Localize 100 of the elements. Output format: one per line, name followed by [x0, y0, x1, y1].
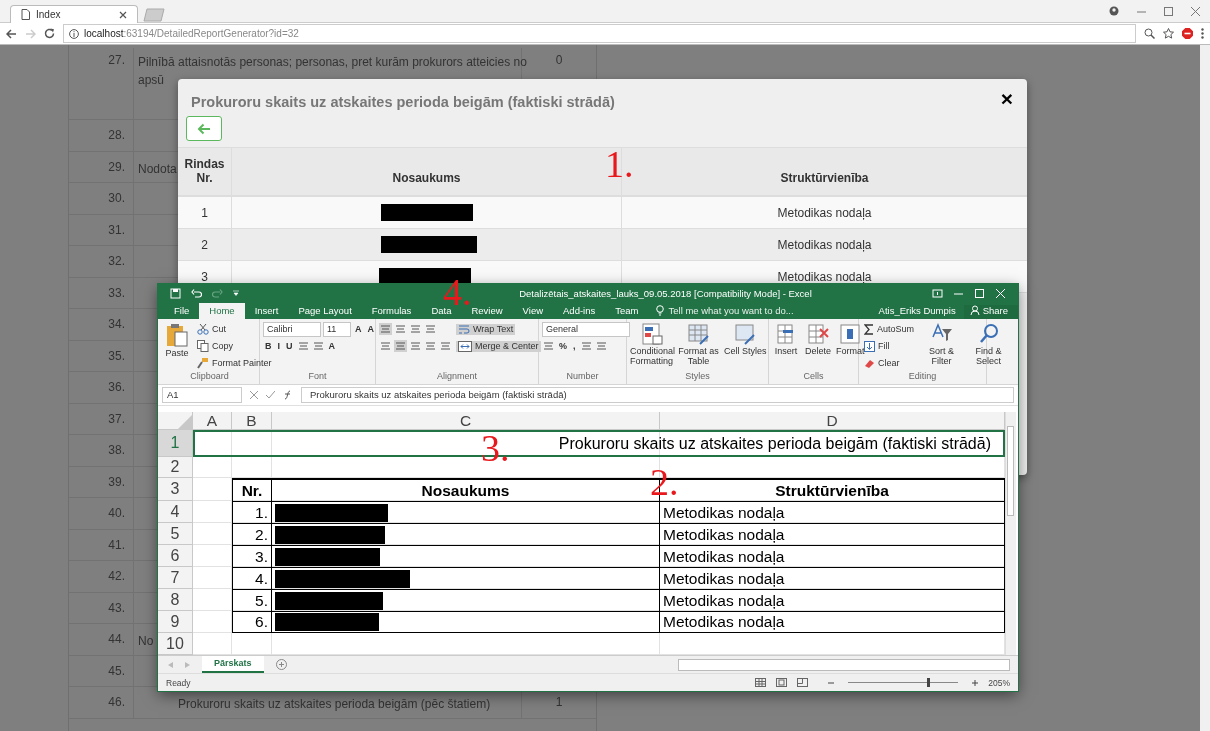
- reload-icon: [44, 28, 55, 39]
- ribbon-button[interactable]: Copy: [195, 340, 235, 353]
- align-bottom-icon: [380, 324, 391, 335]
- sheet-tab[interactable]: Pārskats: [202, 656, 264, 673]
- ribbon-button[interactable]: A: [326, 341, 337, 352]
- table-cell: 1: [201, 205, 208, 220]
- ribbon-button[interactable]: [542, 340, 555, 353]
- undo-icon: [191, 287, 202, 299]
- share-button[interactable]: Share: [963, 304, 1018, 319]
- align-top-icon: [425, 341, 436, 352]
- ribbon-button[interactable]: Delete: [804, 320, 832, 356]
- status-text: Ready: [166, 677, 191, 688]
- ribbon-button[interactable]: Format: [836, 320, 865, 356]
- tell-me-field[interactable]: Tell me what you want to do...: [648, 304, 794, 319]
- sheet-cell: Metodikas nodaļa: [663, 591, 785, 610]
- dropdown-field[interactable]: 11: [323, 321, 351, 337]
- ribbon-button[interactable]: [579, 340, 593, 353]
- row-number: 45.: [108, 663, 125, 678]
- sheet-cell: 1.: [255, 503, 268, 522]
- copy-icon: [197, 340, 209, 353]
- close-button[interactable]: ×: [1000, 87, 1013, 111]
- ribbon-button[interactable]: %: [557, 341, 569, 352]
- ribbon-button[interactable]: A: [365, 324, 376, 335]
- back-button[interactable]: [186, 116, 222, 141]
- align-top-icon: [297, 341, 309, 352]
- ribbon-button[interactable]: AutoSum: [862, 323, 917, 335]
- ribbon-button[interactable]: Clear: [862, 357, 902, 369]
- ribbon-button[interactable]: Wrap Text: [456, 323, 516, 335]
- row-header: 10: [166, 634, 184, 653]
- conditional-formatting-icon: [640, 322, 663, 345]
- row-number: 31.: [108, 222, 125, 237]
- ribbon-button[interactable]: [311, 340, 325, 353]
- ribbon-button[interactable]: [379, 340, 392, 353]
- ribbon-button[interactable]: [394, 323, 407, 336]
- ribbon-button[interactable]: A: [353, 324, 364, 335]
- maximize-icon: [1164, 6, 1173, 16]
- save-icon: [170, 287, 181, 299]
- ribbon-tab[interactable]: Team: [605, 302, 649, 319]
- arrow-left-icon: [197, 122, 211, 135]
- ribbon-button[interactable]: Merge & Center: [456, 340, 541, 352]
- group-label: Alignment: [436, 370, 478, 383]
- align-middle-icon: [312, 341, 324, 352]
- ribbon-tab[interactable]: Add-ins: [553, 302, 606, 319]
- ribbon-button[interactable]: Find & Select: [967, 320, 1011, 366]
- ribbon-button[interactable]: Format Painter: [195, 357, 274, 370]
- align-center-icon: [425, 324, 436, 335]
- dropdown-field[interactable]: General: [542, 321, 630, 337]
- ribbon-tab[interactable]: Page Layout: [288, 302, 362, 319]
- sheet-cell: Metodikas nodaļa: [663, 613, 785, 631]
- sheet-cell: Nr.: [241, 481, 263, 500]
- ribbon-button[interactable]: Sort & Filter: [920, 320, 964, 366]
- stop-sign-icon: [1182, 28, 1193, 39]
- ribbon-button[interactable]: [424, 323, 437, 336]
- ribbon-button[interactable]: Cell Styles: [724, 320, 767, 356]
- ribbon-tab[interactable]: File: [164, 302, 200, 319]
- ribbon-tab[interactable]: Formulas: [361, 302, 422, 319]
- row-number: 29.: [108, 159, 125, 174]
- ribbon-button[interactable]: B: [263, 341, 274, 352]
- ribbon-button[interactable]: ,: [571, 341, 578, 352]
- scrollbar[interactable]: [1005, 412, 1016, 655]
- row-header: 4: [170, 502, 180, 521]
- ribbon-button[interactable]: I: [275, 341, 282, 352]
- ribbon-button[interactable]: [296, 340, 310, 353]
- ribbon-button[interactable]: [439, 340, 452, 353]
- ribbon-button[interactable]: U: [284, 341, 295, 352]
- sheet-cell: Metodikas nodaļa: [663, 547, 785, 566]
- ribbon-tab[interactable]: View: [512, 302, 554, 319]
- row-number: 34.: [108, 317, 125, 331]
- slider-thumb[interactable]: [927, 678, 931, 687]
- zoom-out-icon: [828, 679, 835, 686]
- ribbon-button[interactable]: Insert: [772, 320, 800, 356]
- scrollbar[interactable]: [678, 658, 1010, 671]
- ribbon-button[interactable]: [424, 340, 437, 353]
- scrollbar[interactable]: [1200, 45, 1210, 731]
- sheet-cell: Prokuroru skaits uz atskaites perioda beigām (faktiski strādā): [558, 434, 991, 453]
- row-value: 0: [555, 53, 563, 67]
- row-number: 32.: [108, 254, 125, 268]
- ribbon-button[interactable]: [379, 323, 392, 336]
- align-middle-icon: [440, 341, 451, 352]
- ribbon-button[interactable]: Cut: [195, 323, 228, 336]
- forward-icon: [25, 28, 36, 39]
- ribbon-button[interactable]: [394, 340, 407, 353]
- ribbon-tab[interactable]: Insert: [244, 302, 289, 319]
- row-text: No: [138, 633, 154, 650]
- ribbon-button[interactable]: Format as Table: [677, 320, 720, 366]
- ribbon-button[interactable]: [409, 323, 422, 336]
- dropdown-field[interactable]: Calibri: [263, 321, 321, 337]
- ribbon-button[interactable]: [594, 340, 608, 353]
- ribbon-button[interactable]: [409, 340, 422, 353]
- row-header: 6: [170, 546, 180, 565]
- name-box[interactable]: A1: [162, 387, 242, 403]
- formula-field[interactable]: Prokuroru skaits uz atskaites perioda beigām (faktiski strādā): [301, 387, 1014, 403]
- indent-decrease-icon: [395, 341, 406, 352]
- orientation-icon: [580, 341, 592, 352]
- sheet-cell: Metodikas nodaļa: [663, 525, 785, 544]
- browser-tab[interactable]: Index: [10, 5, 138, 23]
- row-number: 33.: [108, 285, 125, 300]
- ribbon-button[interactable]: Conditional Formatting: [630, 320, 673, 366]
- address-field[interactable]: localhost:63194/DetailedReportGenerator?id=32: [63, 24, 1136, 43]
- ribbon-button[interactable]: Paste: [163, 320, 191, 358]
